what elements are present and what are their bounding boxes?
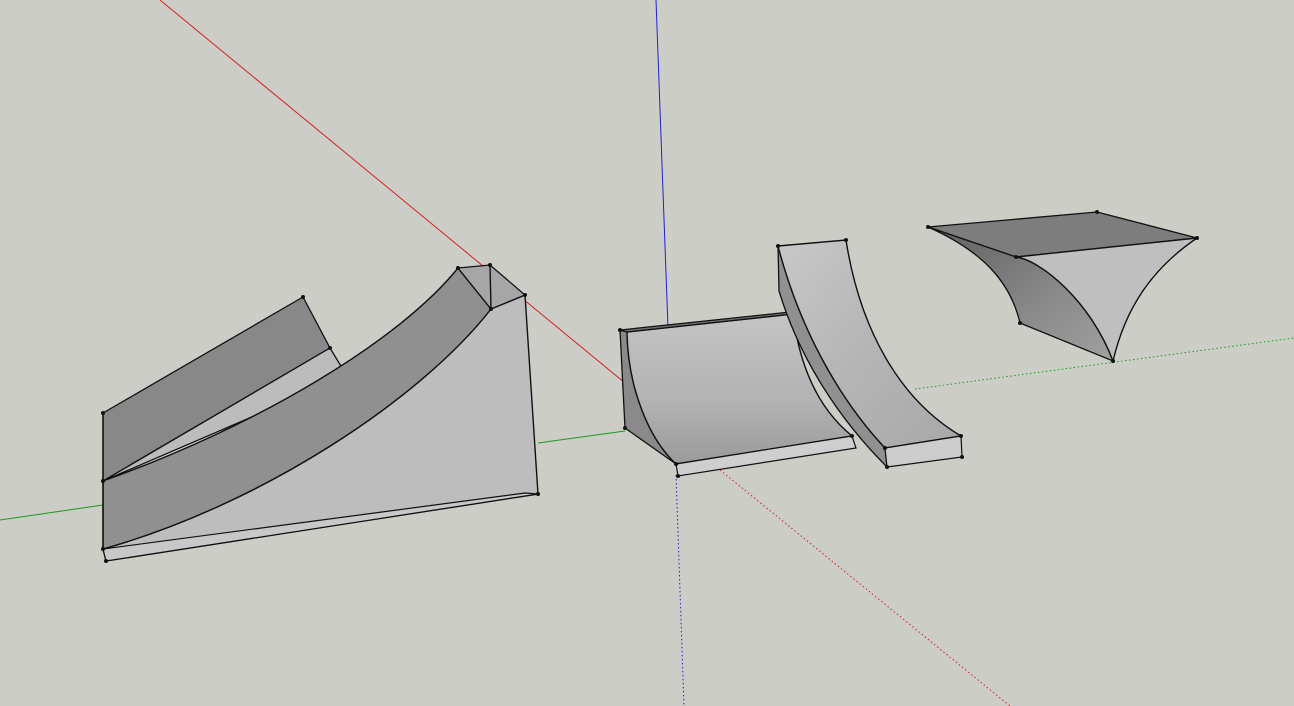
modeling-viewport[interactable] [0, 0, 1294, 706]
viewport-canvas[interactable] [0, 0, 1294, 706]
green-axis-solid [0, 504, 104, 521]
blue-axis-solid [655, 0, 669, 329]
green-axis-solid-middle [537, 430, 626, 444]
curved-ramp-with-slope[interactable] [101, 263, 540, 563]
red-axis-solid [159, 0, 626, 384]
curved-wedge[interactable] [926, 210, 1199, 364]
red-axis-dotted [719, 469, 1011, 706]
blue-axis-dotted [675, 474, 685, 706]
